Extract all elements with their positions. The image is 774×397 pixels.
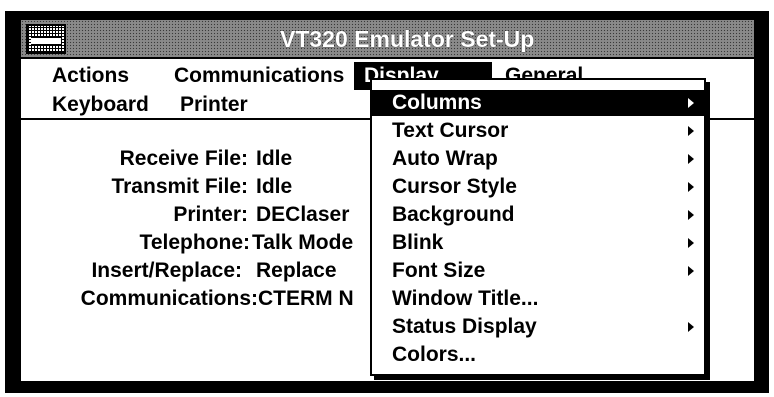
menu-item-auto-wrap[interactable]: Auto Wrap [372, 146, 704, 172]
menu-item-label: Background [392, 203, 515, 226]
menu-item-label: Colors... [392, 343, 477, 366]
submenu-arrow-icon [688, 210, 694, 220]
transmit-file-label: Transmit File: [111, 175, 248, 198]
submenu-arrow-icon [688, 238, 694, 248]
menu-item-window-title[interactable]: Window Title... [372, 286, 704, 312]
menu-printer[interactable]: Printer [180, 91, 248, 119]
telephone-label: Telephone: [139, 231, 250, 254]
menu-item-text-cursor[interactable]: Text Cursor [372, 118, 704, 144]
menu-item-label: Font Size [392, 259, 486, 282]
submenu-arrow-icon [688, 98, 694, 108]
communications-value: CTERM N [258, 287, 354, 310]
insert-replace-value: Replace [256, 259, 337, 282]
menu-communications[interactable]: Communications [174, 62, 344, 90]
printer-value: DEClaser [256, 203, 350, 226]
insert-replace-label: Insert/Replace: [91, 259, 242, 282]
receive-file-value: Idle [256, 147, 293, 170]
menu-item-blink[interactable]: Blink [372, 230, 704, 256]
menu-item-colors[interactable]: Colors... [372, 342, 704, 368]
printer-label: Printer: [173, 203, 248, 226]
telephone-value: Talk Mode [252, 231, 354, 254]
submenu-arrow-icon [688, 322, 694, 332]
menu-item-columns[interactable]: Columns [372, 90, 704, 116]
menu-item-status-display[interactable]: Status Display [372, 314, 704, 340]
menu-item-cursor-style[interactable]: Cursor Style [372, 174, 704, 200]
submenu-arrow-icon [688, 266, 694, 276]
menu-keyboard[interactable]: Keyboard [52, 91, 149, 119]
menu-item-background[interactable]: Background [372, 202, 704, 228]
menu-item-label: Auto Wrap [392, 147, 498, 170]
menu-item-label: Status Display [392, 315, 537, 338]
menu-item-label: Text Cursor [392, 119, 509, 142]
menu-item-font-size[interactable]: Font Size [372, 258, 704, 284]
menu-item-label: Blink [392, 231, 444, 254]
menu-item-label: Window Title... [392, 287, 539, 310]
receive-file-label: Receive File: [119, 147, 248, 170]
submenu-arrow-icon [688, 154, 694, 164]
submenu-arrow-icon [688, 182, 694, 192]
window-title: VT320 Emulator Set-Up [280, 26, 535, 52]
menu-actions[interactable]: Actions [52, 62, 129, 90]
communications-label: Communications: [80, 287, 258, 310]
submenu-arrow-icon [688, 126, 694, 136]
transmit-file-value: Idle [256, 175, 293, 198]
menu-item-label: Columns [392, 91, 482, 114]
menu-item-label: Cursor Style [392, 175, 517, 198]
display-dropdown-menu: Columns Text Cursor Auto Wrap Cursor Sty… [370, 78, 706, 376]
system-menu-icon[interactable] [26, 24, 66, 54]
